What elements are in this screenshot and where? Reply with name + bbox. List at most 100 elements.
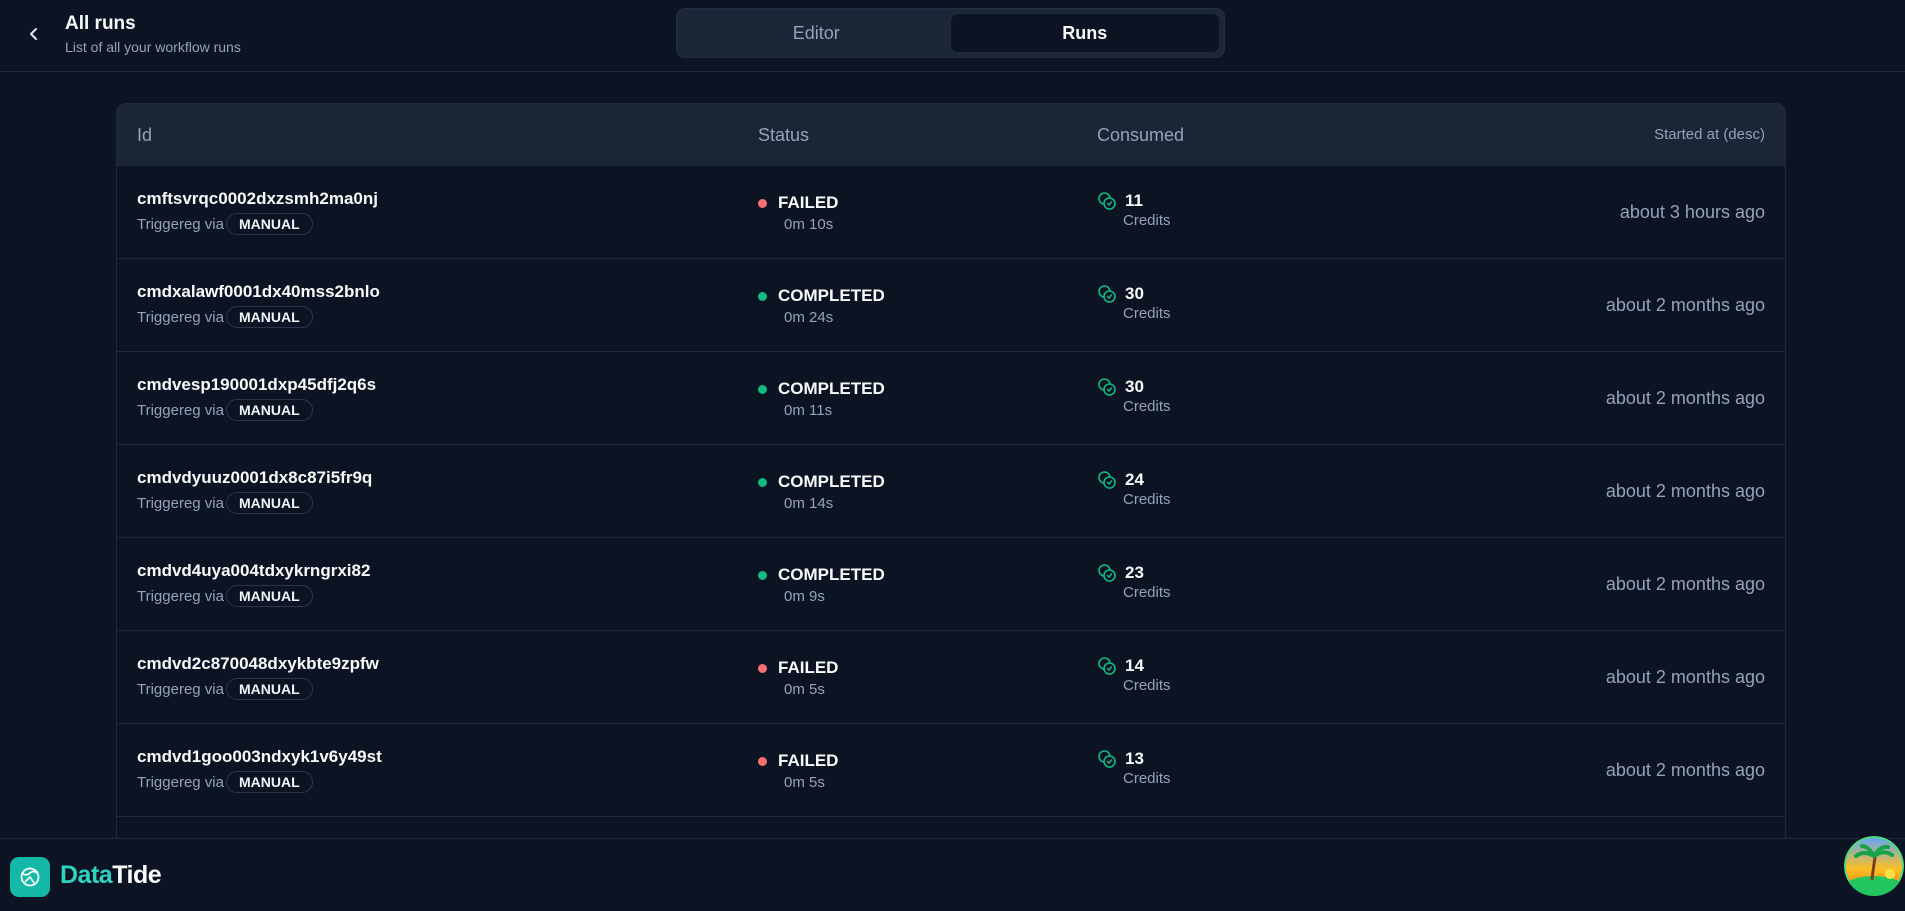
avatar-image	[1844, 836, 1904, 896]
status-label: COMPLETED	[778, 565, 885, 584]
trigger-badge: MANUAL	[225, 213, 313, 235]
status-dot-icon	[758, 291, 767, 301]
table-row[interactable]: cmdvesp190001dxp45dfj2q6s Triggereg via …	[117, 352, 1785, 445]
trigger-label: Triggereg via	[137, 308, 224, 326]
started-at: about 2 months ago	[1605, 481, 1765, 501]
run-id: cmdvdyuuz0001dx8c87i5fr9q	[137, 468, 373, 487]
trigger-badge: MANUAL	[225, 678, 313, 700]
run-id: cmdvd1goo003ndxyk1v6y49st	[137, 747, 382, 766]
credits-consumed: 14 Credits	[1097, 656, 1171, 694]
table-row[interactable]: cmdxalawf0001dx40mss2bnlo Triggereg via …	[117, 259, 1785, 352]
credits-consumed: 11 Credits	[1097, 191, 1171, 229]
status-label: FAILED	[778, 193, 839, 212]
run-id: cmdvesp190001dxp45dfj2q6s	[137, 375, 377, 394]
credits-value: 23	[1125, 563, 1144, 582]
status-dot-icon	[758, 756, 767, 766]
credits-consumed: 24 Credits	[1097, 470, 1171, 508]
coins-icon	[1098, 285, 1116, 303]
table-row[interactable]: cmdvdyuuz0001dx8c87i5fr9q Triggereg via …	[117, 445, 1785, 538]
run-status: COMPLETED 0m 24s	[758, 286, 885, 326]
run-id: cmdvd4uya004tdxykrngrxi82	[137, 561, 371, 580]
status-dot-icon	[758, 198, 767, 208]
credits-value: 30	[1125, 284, 1144, 303]
started-at: about 3 hours ago	[1619, 202, 1765, 222]
started-at: about 2 months ago	[1605, 574, 1765, 594]
table-row[interactable]: cmdvd4uya004tdxykrngrxi82 Triggereg via …	[117, 538, 1785, 631]
coins-icon	[1098, 564, 1116, 582]
trigger-info: Triggereg via MANUAL	[137, 213, 313, 235]
status-label: FAILED	[778, 658, 839, 677]
trigger-info: Triggereg via MANUAL	[137, 585, 313, 607]
status-dot-icon	[758, 477, 767, 487]
credits-value: 30	[1125, 377, 1144, 396]
trigger-badge: MANUAL	[225, 585, 313, 607]
run-duration: 0m 5s	[784, 681, 825, 698]
credits-unit: Credits	[1123, 677, 1171, 694]
status-dot-icon	[758, 570, 767, 580]
datatide-logo-icon[interactable]	[10, 857, 50, 897]
table-body: cmftsvrqc0002dxzsmh2ma0nj Triggereg via …	[117, 166, 1785, 817]
run-duration: 0m 14s	[784, 495, 834, 512]
user-avatar[interactable]	[1844, 836, 1904, 896]
started-at: about 2 months ago	[1605, 667, 1765, 687]
status-label: COMPLETED	[778, 472, 885, 491]
tab-runs[interactable]: Runs	[950, 14, 1219, 52]
credits-unit: Credits	[1123, 212, 1171, 229]
brand-part-tide: Tide	[112, 861, 162, 889]
table-row[interactable]: cmdvd1goo003ndxyk1v6y49st Triggereg via …	[117, 724, 1785, 817]
run-status: COMPLETED 0m 11s	[758, 379, 885, 419]
run-duration: 0m 11s	[784, 402, 833, 419]
title-block: All runs List of all your workflow runs	[65, 12, 241, 57]
table-row[interactable]: cmdvd2c870048dxykbte9zpfw Triggereg via …	[117, 631, 1785, 724]
trigger-label: Triggereg via	[137, 773, 224, 791]
trigger-info: Triggereg via MANUAL	[137, 678, 313, 700]
trigger-label: Triggereg via	[137, 215, 224, 233]
brand-part-data: Data	[60, 861, 113, 889]
trigger-info: Triggereg via MANUAL	[137, 492, 313, 514]
started-at: about 2 months ago	[1605, 388, 1765, 408]
run-status: COMPLETED 0m 14s	[758, 472, 885, 512]
run-status: COMPLETED 0m 9s	[758, 565, 885, 605]
trigger-label: Triggereg via	[137, 680, 224, 698]
credits-value: 14	[1125, 656, 1144, 675]
run-status: FAILED 0m 5s	[758, 658, 838, 698]
status-label: COMPLETED	[778, 286, 885, 305]
credits-value: 24	[1125, 470, 1144, 489]
coins-icon	[1098, 378, 1116, 396]
run-duration: 0m 24s	[784, 309, 834, 326]
status-label: FAILED	[778, 751, 839, 770]
page-header: All runs List of all your workflow runs …	[0, 0, 1905, 72]
page-subtitle: List of all your workflow runs	[65, 39, 241, 55]
coins-icon	[1098, 657, 1116, 675]
tab-editor[interactable]: Editor	[682, 14, 951, 52]
run-duration: 0m 5s	[784, 774, 825, 791]
run-id: cmftsvrqc0002dxzsmh2ma0nj	[137, 189, 378, 208]
column-header-id: Id	[137, 125, 153, 145]
run-id: cmdvd2c870048dxykbte9zpfw	[137, 654, 379, 673]
credits-unit: Credits	[1123, 491, 1171, 508]
trigger-badge: MANUAL	[225, 771, 313, 793]
brand-name[interactable]: DataTide	[60, 861, 162, 890]
column-header-consumed: Consumed	[1097, 125, 1185, 145]
trigger-label: Triggereg via	[137, 401, 224, 419]
trigger-badge: MANUAL	[225, 306, 313, 328]
chevron-left-icon	[30, 28, 37, 40]
table-row[interactable]: cmftsvrqc0002dxzsmh2ma0nj Triggereg via …	[117, 166, 1785, 259]
coins-icon	[1098, 471, 1116, 489]
coins-icon	[1098, 192, 1116, 210]
runs-table: Id Status Consumed Started at (desc) cmf…	[116, 103, 1786, 838]
trigger-info: Triggereg via MANUAL	[137, 771, 313, 793]
view-tabs: Editor Runs	[676, 8, 1225, 58]
credits-consumed: 30 Credits	[1097, 284, 1171, 322]
coins-icon	[1098, 750, 1116, 768]
trigger-info: Triggereg via MANUAL	[137, 399, 313, 421]
back-button[interactable]	[22, 22, 46, 46]
run-id: cmdxalawf0001dx40mss2bnlo	[137, 282, 380, 301]
status-label: COMPLETED	[778, 379, 885, 398]
status-dot-icon	[758, 663, 767, 673]
run-status: FAILED 0m 5s	[758, 751, 838, 791]
page-title: All runs	[65, 13, 136, 34]
column-header-started-at[interactable]: Started at (desc)	[1654, 104, 1765, 166]
credits-unit: Credits	[1123, 398, 1171, 415]
column-header-status: Status	[758, 125, 810, 145]
